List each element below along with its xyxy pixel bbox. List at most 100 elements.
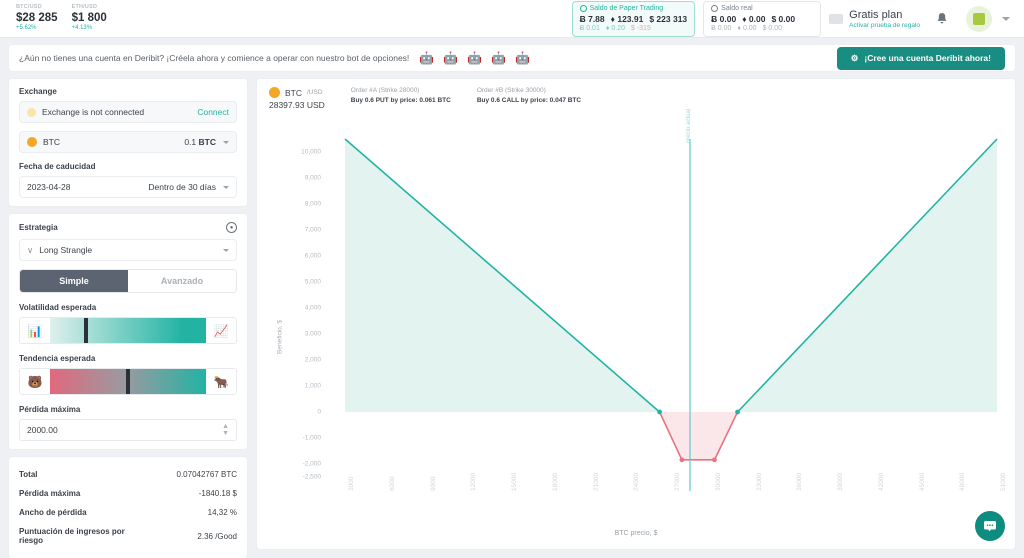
connect-link[interactable]: Connect <box>197 107 229 117</box>
bot-icon-group: 🤖 🤖 🤖 🤖 🤖 <box>419 52 530 64</box>
strategy-select[interactable]: ∨ Long Strangle <box>19 239 237 261</box>
robot-icon: 🤖 <box>467 51 483 65</box>
bear-icon: 🐻 <box>20 369 50 394</box>
exchange-status-row: Exchange is not connected Connect <box>19 101 237 123</box>
profit-area <box>345 139 997 412</box>
robot-icon: 🤖 <box>443 51 459 65</box>
stat-row: Total 0.07042767 BTC <box>19 465 237 484</box>
chart-coin-quote: /USD <box>307 89 323 96</box>
info-icon[interactable]: ● <box>226 222 237 233</box>
btc-coin-icon <box>269 87 280 98</box>
paper-balance-dot-icon <box>579 4 587 12</box>
strategy-header: Estrategia ● <box>19 222 237 233</box>
robot-icon: 🤖 <box>419 51 435 65</box>
left-sidebar: Exchange Exchange is not connected Conne… <box>8 78 248 558</box>
x-tick-label: 33000 <box>755 472 763 491</box>
chart-coin: BTC <box>285 87 302 98</box>
x-tick-label: 36000 <box>796 472 804 491</box>
exchange-card: Exchange Exchange is not connected Conne… <box>8 78 248 207</box>
x-tick-label: 27000 <box>674 472 681 491</box>
real-balance-title-row: Saldo real <box>711 4 813 12</box>
volatility-label: Volatilidad esperada <box>19 303 97 312</box>
expiry-row[interactable]: 2023-04-28 Dentro de 30 días <box>19 176 237 198</box>
exchange-status-text: Exchange is not connected <box>42 107 145 117</box>
paper-balance-row-1: Ƀ 7.88 ♦ 123.91 $ 223 313 <box>580 14 688 24</box>
x-tick-label: 30000 <box>714 472 722 491</box>
chart-instrument-top: BTC /USD <box>269 87 325 98</box>
mode-toggle: Simple Avanzado <box>19 269 237 293</box>
chevron-down-icon[interactable] <box>223 248 229 252</box>
real-balance-box[interactable]: Saldo real Ƀ 0.00 ♦ 0.00 $ 0.00 Ƀ 0.00 ♦… <box>703 0 822 37</box>
real-balance-dot-icon <box>711 4 719 12</box>
chevron-down-icon[interactable] <box>223 140 229 144</box>
robot-icon: 🤖 <box>491 51 507 65</box>
plan-name: Gratis plan <box>849 8 903 21</box>
asset-name: BTC <box>43 137 60 147</box>
expiry-range: Dentro de 30 días <box>148 182 216 192</box>
expiry-label: Fecha de caducidad <box>19 162 96 171</box>
ticker-price: $1 800 <box>71 12 107 25</box>
promo-banner-text: ¿Aún no tienes una cuenta en Deribit? ¡C… <box>19 53 410 63</box>
strategy-value: Long Strangle <box>39 245 93 255</box>
x-tick-label: 9000 <box>429 476 437 491</box>
strategy-label: Estrategia <box>19 223 58 232</box>
current-price-label: precio actual <box>685 108 692 143</box>
expiry-date: 2023-04-28 <box>27 182 71 192</box>
ticker-change: +4.13% <box>71 25 93 32</box>
ticker-btc[interactable]: BTC/USD $28 285 +5.62% <box>16 5 58 32</box>
card-icon <box>829 13 844 24</box>
chat-support-button[interactable] <box>975 511 1005 541</box>
ticker-pair: ETH/USD <box>71 4 98 11</box>
volatility-slider[interactable]: 📊 📈 <box>19 317 237 344</box>
x-tick-label: 45000 <box>918 472 926 491</box>
summary-stats-card: Total 0.07042767 BTC Pérdida máxima -184… <box>8 456 248 558</box>
x-axis-title: BTC precio, $ <box>614 530 658 537</box>
chart-header: BTC /USD 28397.93 USD Order #A (Strike 2… <box>257 79 1015 110</box>
paper-usd-delta: $ -315 <box>630 24 651 32</box>
x-tick-label: 6000 <box>388 476 396 491</box>
paper-balance-title: Saldo de Paper Trading <box>589 4 664 12</box>
order-b: Order #B (Strike 30000) Buy 0.6 CALL by … <box>477 87 581 104</box>
trend-track[interactable] <box>50 369 206 394</box>
order-a-detail: Buy 0.6 PUT by price: 0.061 BTC <box>350 97 451 104</box>
x-tick-label: 21000 <box>592 472 600 491</box>
ticker-group: BTC/USD $28 285 +5.62% ETH/USD $1 800 +4… <box>8 4 107 32</box>
main-content: Exchange Exchange is not connected Conne… <box>0 72 1024 558</box>
ticker-price: $28 285 <box>16 12 58 25</box>
data-point-marker <box>735 409 740 415</box>
ticker-eth[interactable]: ETH/USD $1 800 +4.13% <box>71 4 107 32</box>
create-deribit-account-button[interactable]: ⚙ ¡Cree una cuenta Deribit ahora! <box>836 46 1005 70</box>
trend-handle[interactable] <box>126 369 131 394</box>
chart-panel: BTC /USD 28397.93 USD Order #A (Strike 2… <box>256 78 1016 550</box>
volatility-track[interactable] <box>50 318 206 343</box>
plan-block[interactable]: Gratis plan Activar prueba de regalo <box>829 9 920 29</box>
chat-icon <box>984 521 996 532</box>
low-volatility-icon: 📊 <box>20 318 50 343</box>
x-tick-label: 3000 <box>348 476 355 491</box>
tab-advanced[interactable]: Avanzado <box>128 270 236 292</box>
plan-trial-link[interactable]: Activar prueba de regalo <box>849 22 920 29</box>
bell-icon[interactable] <box>934 11 950 27</box>
paper-eth: ♦ 123.91 <box>610 13 644 24</box>
chevron-down-icon[interactable] <box>223 185 229 189</box>
maxloss-input[interactable]: 2000.00 ▲ ▼ <box>19 419 237 441</box>
paper-btc: Ƀ 7.88 <box>579 13 605 24</box>
chevron-down-icon[interactable] <box>1002 16 1010 21</box>
x-tick-label: 51000 <box>1000 472 1007 491</box>
data-point-marker <box>657 409 662 415</box>
volatility-handle[interactable] <box>84 318 89 343</box>
real-balance-title: Saldo real <box>721 4 753 12</box>
trend-slider[interactable]: 🐻 🐂 <box>19 368 237 395</box>
stat-key: Pérdida máxima <box>19 489 81 498</box>
app-root: BTC/USD $28 285 +5.62% ETH/USD $1 800 +4… <box>0 0 1024 558</box>
quantity-stepper[interactable]: ▲ ▼ <box>222 423 229 437</box>
tab-simple[interactable]: Simple <box>20 270 128 292</box>
x-axis-ticks: 3000 6000 9000 12000 15000 18000 21000 24000 270… <box>257 473 1015 549</box>
real-btc: Ƀ 0.00 <box>711 13 737 24</box>
data-point-marker <box>679 457 685 463</box>
paper-balance-box[interactable]: Saldo de Paper Trading Ƀ 7.88 ♦ 123.91 $… <box>571 0 696 37</box>
top-header: BTC/USD $28 285 +5.62% ETH/USD $1 800 +4… <box>0 0 1024 38</box>
avatar[interactable] <box>966 5 992 32</box>
paper-eth-delta: ♦ 0.20 <box>605 24 625 32</box>
asset-select[interactable]: BTC 0.1 BTC <box>19 131 237 153</box>
